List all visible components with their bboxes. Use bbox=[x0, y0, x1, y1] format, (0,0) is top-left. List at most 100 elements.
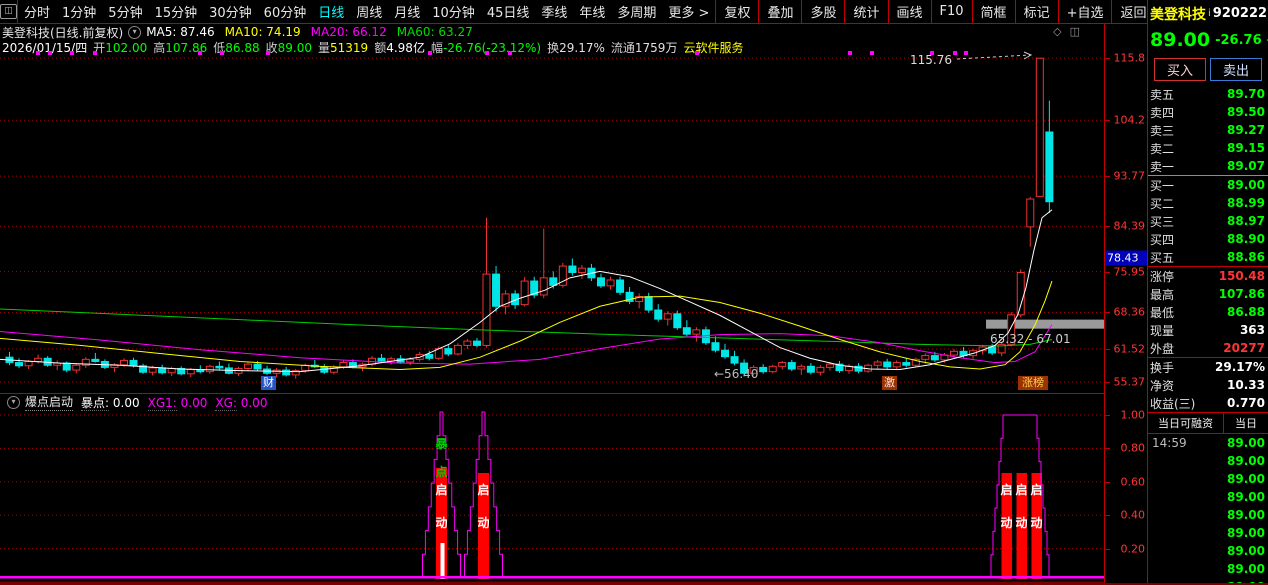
axis-tick bbox=[1105, 482, 1110, 483]
toolbar-button-+自选[interactable]: +自选 bbox=[1058, 0, 1112, 23]
tick-price: 89.00 bbox=[1227, 490, 1265, 504]
stat-row-最低[interactable]: 最低86.88 bbox=[1148, 303, 1268, 321]
period-tab-30分钟[interactable]: 30分钟 bbox=[203, 2, 258, 21]
period-tab-更多 >[interactable]: 更多 > bbox=[662, 2, 715, 21]
tick-price: 89.00 bbox=[1227, 472, 1265, 486]
ask-row-卖五[interactable]: 卖五89.70 bbox=[1148, 85, 1268, 103]
svg-text:启: 启 bbox=[1000, 482, 1012, 497]
toolbar-button-简框[interactable]: 简框 bbox=[972, 0, 1015, 23]
period-menu: 分时1分钟5分钟15分钟30分钟60分钟日线周线月线10分钟45日线季线年线多周… bbox=[18, 2, 715, 21]
ask-row-卖一[interactable]: 卖一89.07 bbox=[1148, 157, 1268, 175]
indicator-axis-label: 0.60 bbox=[1121, 475, 1146, 488]
split-window-icon[interactable]: ◫ bbox=[1070, 25, 1088, 38]
quote-price-row: 89.00 -26.76 -23.12% bbox=[1148, 27, 1268, 53]
candlestick-chart[interactable]: 115.76←56.4065.32 - 67.01 bbox=[0, 48, 1104, 393]
tick-row: 89.00 bbox=[1148, 578, 1268, 585]
margin-tabs: 当日可融资当日 bbox=[1148, 412, 1268, 434]
ask-row-卖四[interactable]: 卖四89.50 bbox=[1148, 103, 1268, 121]
toolbar-button-叠加[interactable]: 叠加 bbox=[758, 0, 801, 23]
last-price: 89.00 bbox=[1150, 29, 1210, 51]
bid-row-买三[interactable]: 买三88.97 bbox=[1148, 212, 1268, 230]
sell-button[interactable]: 卖出 bbox=[1210, 58, 1262, 81]
level-label: 换手 bbox=[1150, 359, 1174, 376]
ask-row-卖二[interactable]: 卖二89.15 bbox=[1148, 139, 1268, 157]
period-tab-日线[interactable]: 日线 bbox=[312, 2, 350, 21]
stat-row-涨停[interactable]: 涨停150.48 bbox=[1148, 267, 1268, 285]
stat-row-最高[interactable]: 最高107.86 bbox=[1148, 285, 1268, 303]
period-tab-10分钟[interactable]: 10分钟 bbox=[426, 2, 481, 21]
indicator-chart[interactable]: 暴点启动启动启动启动启动 bbox=[0, 410, 1104, 585]
buy-button[interactable]: 买入 bbox=[1154, 58, 1206, 81]
axis-tick bbox=[1105, 515, 1110, 516]
stat-row-外盘[interactable]: 外盘20277 bbox=[1148, 339, 1268, 357]
level-value: 89.00 bbox=[1227, 178, 1265, 192]
level-value: 89.15 bbox=[1227, 141, 1265, 155]
diamond-icon[interactable]: ◇ bbox=[1053, 25, 1069, 38]
svg-text:动: 动 bbox=[1015, 516, 1027, 530]
event-marker-激[interactable]: 激 bbox=[882, 376, 897, 390]
price-axis-label: 84.39 bbox=[1114, 220, 1146, 233]
bid-row-买五[interactable]: 买五88.86 bbox=[1148, 248, 1268, 266]
price-axis-label: 61.52 bbox=[1114, 343, 1146, 356]
stat-row-净资[interactable]: 净资10.33 bbox=[1148, 376, 1268, 394]
level-label: 现量 bbox=[1150, 322, 1174, 339]
svg-text:115.76: 115.76 bbox=[910, 53, 952, 67]
toolbar-button-统计[interactable]: 统计 bbox=[844, 0, 887, 23]
layout-toggle-icon: ◫ bbox=[0, 4, 17, 19]
event-marker-财[interactable]: 财 bbox=[261, 376, 276, 390]
stock-name: 美登科技 bbox=[1150, 4, 1206, 24]
current-price-box: 78.43 bbox=[1105, 251, 1147, 266]
tick-price: 89.00 bbox=[1227, 562, 1265, 576]
tick-row: 89.00 bbox=[1148, 470, 1268, 488]
period-tab-15分钟[interactable]: 15分钟 bbox=[149, 2, 204, 21]
bid-row-买一[interactable]: 买一89.00 bbox=[1148, 176, 1268, 194]
toolbar-button-F10[interactable]: F10 bbox=[931, 0, 972, 23]
tab-当日[interactable]: 当日 bbox=[1224, 413, 1268, 433]
info-icon[interactable]: i bbox=[1208, 8, 1211, 19]
indicator-name[interactable]: 爆点启动 bbox=[25, 393, 73, 411]
tick-row: 89.00 bbox=[1148, 452, 1268, 470]
period-tab-1分钟[interactable]: 1分钟 bbox=[56, 2, 102, 21]
period-tab-年线[interactable]: 年线 bbox=[573, 2, 611, 21]
toolbar-button-多股[interactable]: 多股 bbox=[801, 0, 844, 23]
period-tab-周线[interactable]: 周线 bbox=[350, 2, 388, 21]
stat-row-现量[interactable]: 现量363 bbox=[1148, 321, 1268, 339]
level-label: 净资 bbox=[1150, 377, 1174, 394]
svg-text:动: 动 bbox=[1000, 516, 1012, 530]
period-tab-分时[interactable]: 分时 bbox=[18, 2, 56, 21]
stat-row-换手[interactable]: 换手29.17% bbox=[1148, 358, 1268, 376]
svg-text:暴: 暴 bbox=[434, 437, 448, 451]
level-value: 89.27 bbox=[1227, 123, 1265, 137]
tick-row: 89.00 bbox=[1148, 542, 1268, 560]
indicator-field: XG1: 0.00 bbox=[148, 396, 208, 410]
price-axis-label: 75.95 bbox=[1114, 265, 1146, 278]
layout-toggle-button[interactable]: ◫ bbox=[0, 0, 18, 23]
tick-price: 89.00 bbox=[1227, 544, 1265, 558]
toolbar-button-复权[interactable]: 复权 bbox=[715, 0, 758, 23]
collapse-chevron-icon[interactable]: ▾ bbox=[128, 26, 141, 39]
period-tab-月线[interactable]: 月线 bbox=[388, 2, 426, 21]
tick-price: 89.00 bbox=[1227, 454, 1265, 468]
period-tab-60分钟[interactable]: 60分钟 bbox=[258, 2, 313, 21]
stat-row-收益(三)[interactable]: 收益(三)0.770 bbox=[1148, 394, 1268, 412]
bid-row-买四[interactable]: 买四88.90 bbox=[1148, 230, 1268, 248]
event-marker-涨榜[interactable]: 涨榜 bbox=[1018, 376, 1048, 390]
period-tab-45日线[interactable]: 45日线 bbox=[481, 2, 536, 21]
bid-row-买二[interactable]: 买二88.99 bbox=[1148, 194, 1268, 212]
stock-app-window: ◫ 分时1分钟5分钟15分钟30分钟60分钟日线周线月线10分钟45日线季线年线… bbox=[0, 0, 1268, 585]
level-label: 涨停 bbox=[1150, 268, 1174, 285]
toolbar-button-标记[interactable]: 标记 bbox=[1015, 0, 1058, 23]
period-tab-5分钟[interactable]: 5分钟 bbox=[102, 2, 148, 21]
toolbar-button-画线[interactable]: 画线 bbox=[888, 0, 931, 23]
level-label: 卖四 bbox=[1150, 104, 1174, 121]
period-tab-季线[interactable]: 季线 bbox=[535, 2, 573, 21]
period-tab-多周期[interactable]: 多周期 bbox=[611, 2, 662, 21]
axis-tick bbox=[1105, 415, 1110, 416]
level-value: 86.88 bbox=[1227, 305, 1265, 319]
axis-tick bbox=[1105, 120, 1110, 121]
tab-当日可融资[interactable]: 当日可融资 bbox=[1148, 413, 1224, 433]
ask-row-卖三[interactable]: 卖三89.27 bbox=[1148, 121, 1268, 139]
tick-row: 89.00 bbox=[1148, 506, 1268, 524]
indicator-chevron-icon[interactable]: ▾ bbox=[7, 396, 20, 409]
tick-time: 14:59 bbox=[1152, 436, 1187, 450]
